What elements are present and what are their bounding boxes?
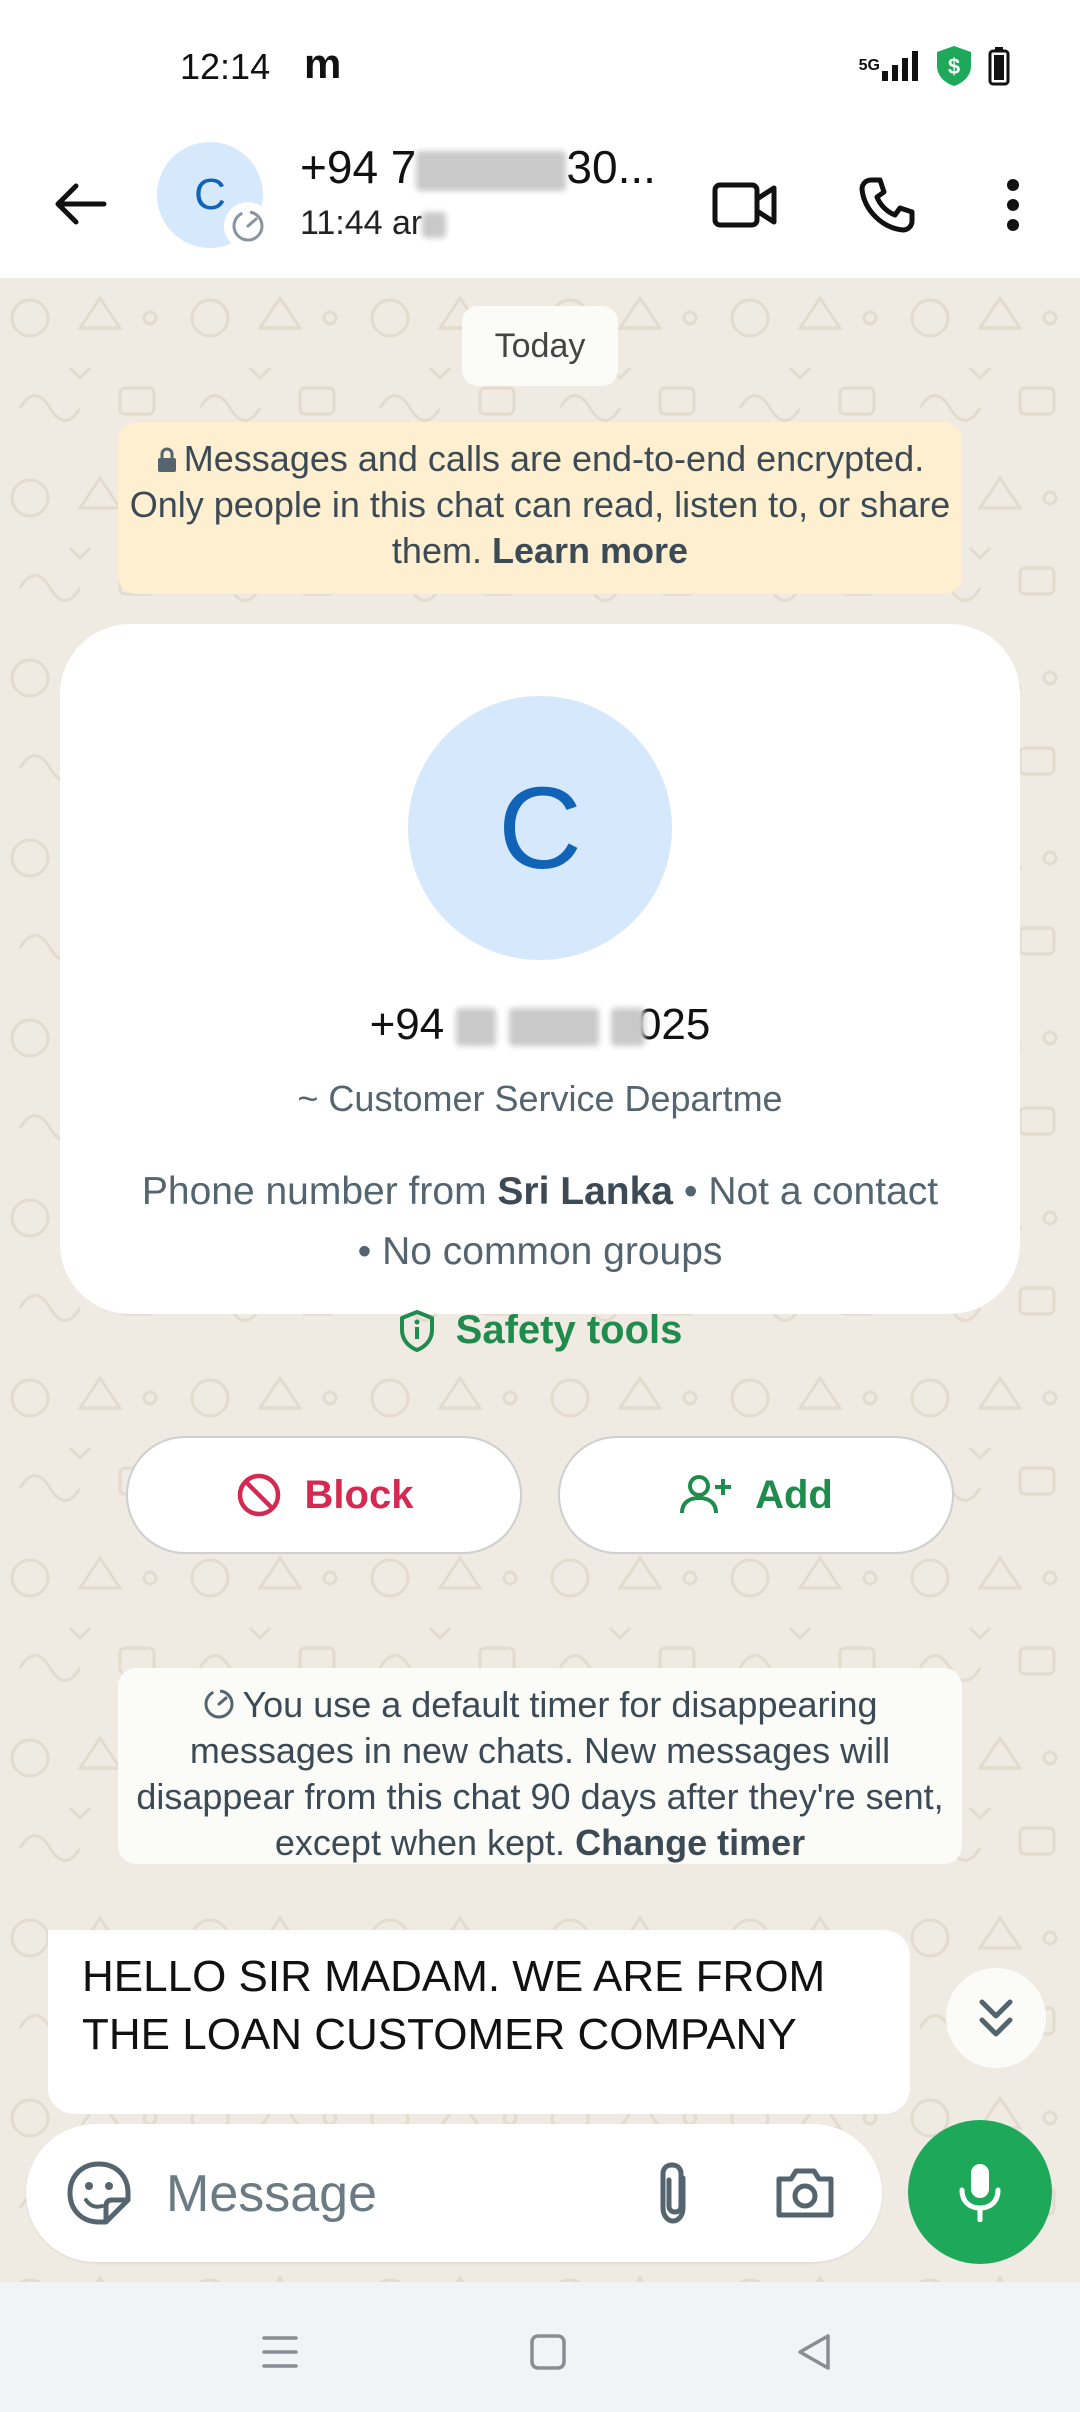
- redacted-block: [610, 1008, 645, 1047]
- avatar-letter: C: [194, 170, 226, 219]
- last-seen-text: 11:44 ar: [300, 204, 423, 242]
- disappearing-timer-notice[interactable]: You use a default timer for disappearing…: [118, 1668, 962, 1864]
- date-chip: Today: [462, 306, 618, 386]
- attach-button[interactable]: [630, 2150, 716, 2236]
- block-label: Block: [304, 1472, 414, 1517]
- redacted-block: [456, 1008, 497, 1047]
- battery-icon: [988, 46, 1010, 86]
- status-icons: 5G $: [859, 44, 1010, 88]
- voice-message-button[interactable]: [908, 2120, 1052, 2264]
- emoji-button[interactable]: [54, 2148, 144, 2238]
- carrier-icon: m: [304, 40, 342, 87]
- double-chevron-down-icon: [979, 1999, 1013, 2037]
- sticker-emoji-icon: [67, 2161, 131, 2225]
- block-button[interactable]: Block: [126, 1436, 522, 1554]
- card-alias: ~ Customer Service Departme: [297, 1078, 783, 1119]
- card-avatar[interactable]: C: [408, 696, 672, 960]
- disappearing-timer-icon: [224, 202, 272, 250]
- home-square-icon: [530, 2334, 566, 2370]
- card-phone-suffix: 025: [636, 1000, 711, 1049]
- card-info-prefix: Phone number from: [141, 1170, 487, 1213]
- card-info-country: Sri Lanka: [497, 1170, 673, 1213]
- encryption-notice[interactable]: Messages and calls are end-to-end encryp…: [118, 422, 962, 594]
- camera-button[interactable]: [762, 2150, 848, 2236]
- shield-icon: [399, 1309, 434, 1352]
- last-seen: 11:44 ar: [300, 204, 447, 243]
- safety-tools-label: Safety tools: [455, 1308, 683, 1352]
- scroll-to-bottom-button[interactable]: [946, 1968, 1046, 2068]
- message-composer: [26, 2124, 882, 2262]
- message-input[interactable]: [166, 2154, 606, 2234]
- add-label: Add: [755, 1472, 833, 1517]
- menu-icon: [262, 2336, 298, 2368]
- timer-text: You use a default timer for disappearing…: [136, 1684, 944, 1863]
- redacted-block: [508, 1008, 599, 1047]
- add-person-icon: [680, 1475, 732, 1514]
- more-vert-icon: [1007, 179, 1019, 231]
- nav-back-button[interactable]: [774, 2312, 854, 2392]
- contact-name[interactable]: +94 7 30...: [300, 140, 656, 194]
- microphone-icon: [959, 2164, 1001, 2222]
- incoming-message[interactable]: HELLO SIR MADAM. WE ARE FROM THE LOAN CU…: [48, 1930, 910, 2114]
- chat-area[interactable]: Today Messages and calls are end-to-end …: [0, 278, 1080, 2282]
- voice-call-button[interactable]: [842, 160, 932, 250]
- status-bar: 12:14 m 5G $: [0, 0, 1080, 130]
- lock-icon: [157, 447, 176, 472]
- video-call-icon: [712, 182, 777, 228]
- contact-name-prefix: +94 7: [300, 141, 417, 193]
- card-avatar-letter: C: [498, 763, 582, 893]
- svg-text:$: $: [948, 54, 960, 79]
- safety-tools-button[interactable]: Safety tools: [60, 1308, 1020, 1353]
- contact-name-suffix: 30...: [566, 141, 656, 193]
- change-timer-link[interactable]: Change timer: [575, 1822, 805, 1863]
- message-text: HELLO SIR MADAM. WE ARE FROM THE LOAN CU…: [82, 1952, 826, 2059]
- video-call-button[interactable]: [700, 160, 790, 250]
- card-phone-number: +94 025: [60, 1000, 1020, 1050]
- timer-icon: [204, 1689, 234, 1719]
- redacted-block: [422, 212, 447, 239]
- system-navigation-bar: [0, 2282, 1080, 2412]
- paperclip-icon: [660, 2162, 686, 2224]
- block-icon: [237, 1473, 280, 1517]
- more-options-button[interactable]: [968, 160, 1058, 250]
- chat-header: C +94 7 30... 11:44 ar: [0, 130, 1080, 278]
- card-phone-prefix: +94: [369, 1000, 445, 1049]
- back-button[interactable]: [40, 164, 120, 244]
- contact-info-card: C +94 025 ~ Customer Service Departme Ph…: [60, 624, 1020, 1554]
- nav-menu-button[interactable]: [240, 2312, 320, 2392]
- network-label: 5G: [858, 57, 880, 74]
- back-arrow-icon: [55, 183, 107, 225]
- security-shield-icon: $: [934, 44, 974, 88]
- camera-icon: [776, 2168, 834, 2218]
- card-info: Phone number from Sri Lanka • Not a cont…: [140, 1162, 940, 1282]
- nav-home-button[interactable]: [508, 2312, 588, 2392]
- signal-icon: 5G: [859, 49, 920, 83]
- status-time: 12:14: [180, 46, 271, 87]
- redacted-block: [416, 150, 567, 191]
- add-contact-button[interactable]: Add: [558, 1436, 954, 1554]
- voice-call-icon: [859, 177, 915, 233]
- learn-more-link[interactable]: Learn more: [492, 530, 688, 571]
- back-triangle-icon: [798, 2334, 830, 2370]
